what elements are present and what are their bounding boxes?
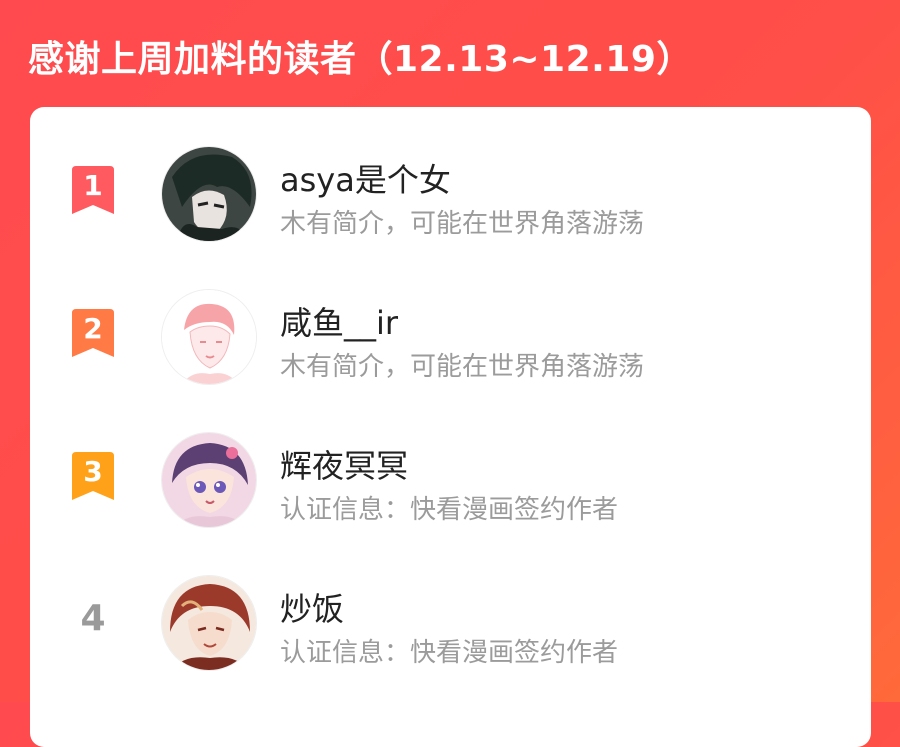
reader-name[interactable]: 咸鱼__ir [280, 298, 398, 344]
reader-name[interactable]: asya是个女 [280, 155, 451, 201]
rank-number: 4 [80, 598, 106, 639]
avatar[interactable] [162, 433, 256, 527]
rank-badge-2: 2 [68, 309, 118, 361]
rank-number: 1 [83, 169, 103, 202]
page-title: 感谢上周加料的读者（12.13~12.19） [28, 39, 693, 80]
rank-badge-3: 3 [68, 452, 118, 504]
reader-description: 木有简介，可能在世界角落游荡 [280, 209, 645, 239]
list-item-reader-4[interactable]: 4 炒饭 认证信息：快看漫画签约作者 [30, 566, 871, 676]
rank-badge-1: 1 [68, 166, 118, 218]
reader-description: 木有简介，可能在世界角落游荡 [280, 352, 645, 382]
list-item-reader-1[interactable]: 1 asya是个女 木有简介，可能在世界角落游荡 [30, 137, 871, 247]
reader-description: 认证信息：快看漫画签约作者 [280, 638, 619, 668]
readers-card: 1 asya是个女 木有简介，可能在世界角落游荡 2 咸鱼__ir 木有简介，可… [30, 107, 871, 747]
avatar[interactable] [162, 147, 256, 241]
rank-number: 3 [83, 455, 103, 488]
list-item-reader-3[interactable]: 3 辉夜冥冥 认证信息：快看漫画签约作者 [30, 423, 871, 533]
avatar[interactable] [162, 290, 256, 384]
reader-name[interactable]: 炒饭 [280, 584, 344, 630]
rank-number: 2 [83, 312, 103, 345]
reader-description: 认证信息：快看漫画签约作者 [280, 495, 619, 525]
avatar[interactable] [162, 576, 256, 670]
list-item-reader-2[interactable]: 2 咸鱼__ir 木有简介，可能在世界角落游荡 [30, 280, 871, 390]
reader-name[interactable]: 辉夜冥冥 [280, 441, 408, 487]
